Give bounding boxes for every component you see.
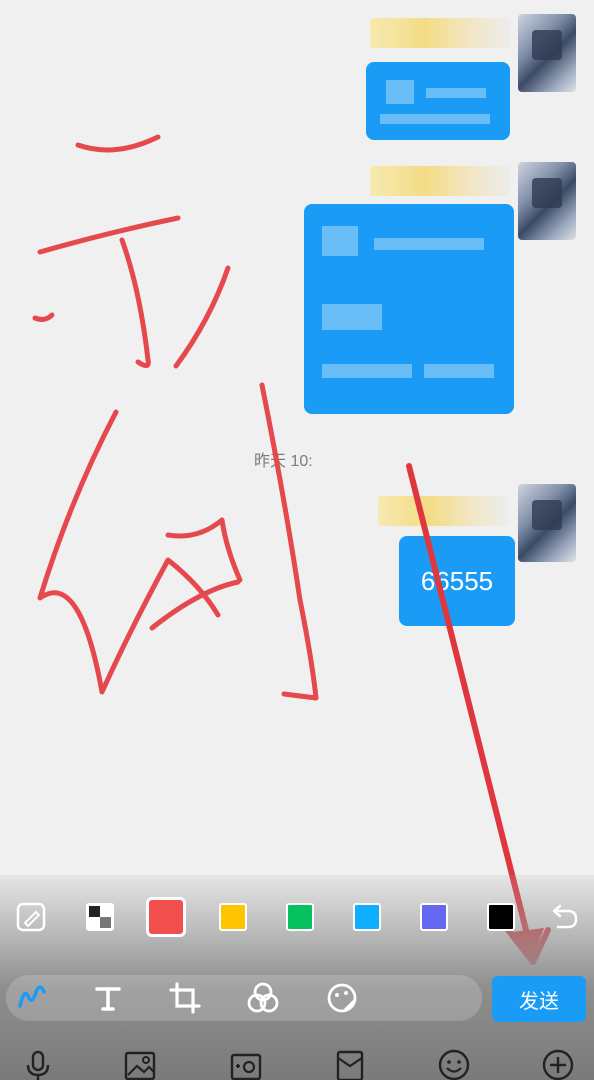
message-bubble[interactable]	[304, 204, 514, 414]
text-icon	[95, 987, 121, 1011]
message-text: 66555	[420, 565, 494, 596]
sticker-icon	[327, 983, 357, 1013]
undo-button[interactable]	[548, 901, 580, 933]
album-button[interactable]	[120, 1045, 160, 1080]
voice-icon	[26, 1050, 50, 1080]
album-icon	[124, 1051, 156, 1080]
message-timestamp: 昨天 10:	[254, 453, 313, 470]
edit-toolbar-panel: 发送	[0, 875, 594, 1080]
color-palette	[0, 897, 594, 937]
color-swatch-black[interactable]	[487, 903, 515, 931]
color-swatch-yellow[interactable]	[219, 903, 247, 931]
sender-nickname	[370, 166, 510, 196]
voice-button[interactable]	[18, 1045, 58, 1080]
crop-icon	[169, 982, 201, 1014]
message-bubble[interactable]	[366, 62, 510, 140]
red-packet-button[interactable]	[330, 1045, 370, 1080]
color-swatch-blue[interactable]	[353, 903, 381, 931]
color-swatch-green[interactable]	[286, 903, 314, 931]
sender-nickname	[378, 496, 508, 526]
color-swatch-purple[interactable]	[420, 903, 448, 931]
avatar[interactable]	[518, 162, 576, 240]
mosaic-tool-button[interactable]	[243, 978, 283, 1018]
text-tool-button[interactable]	[88, 978, 128, 1018]
camera-icon	[230, 1053, 262, 1080]
send-button[interactable]: 发送	[492, 976, 586, 1022]
chat-area: 昨天 10: 66555	[0, 0, 594, 875]
crop-tool-button[interactable]	[165, 978, 205, 1018]
eraser-icon	[16, 902, 46, 932]
message-bubble[interactable]: 66555	[399, 536, 515, 626]
emoji-icon	[438, 1049, 470, 1080]
sender-nickname	[370, 18, 510, 48]
mosaic-brush-icon	[86, 903, 114, 931]
chat-input-bar	[0, 1045, 594, 1080]
sticker-tool-button[interactable]	[322, 978, 362, 1018]
mosaic-icon	[247, 982, 279, 1013]
plus-icon	[542, 1049, 574, 1080]
plus-button[interactable]	[538, 1045, 578, 1080]
color-swatch-red[interactable]	[146, 897, 186, 937]
undo-icon	[552, 904, 578, 929]
eraser-button[interactable]	[15, 901, 47, 933]
pen-icon	[18, 985, 46, 1008]
red-packet-icon	[336, 1050, 364, 1080]
mosaic-brush-button[interactable]	[84, 901, 116, 933]
pen-tool-button[interactable]	[12, 978, 52, 1018]
avatar[interactable]	[518, 484, 576, 562]
emoji-button[interactable]	[434, 1045, 474, 1080]
camera-button[interactable]	[226, 1045, 266, 1080]
avatar[interactable]	[518, 14, 576, 92]
